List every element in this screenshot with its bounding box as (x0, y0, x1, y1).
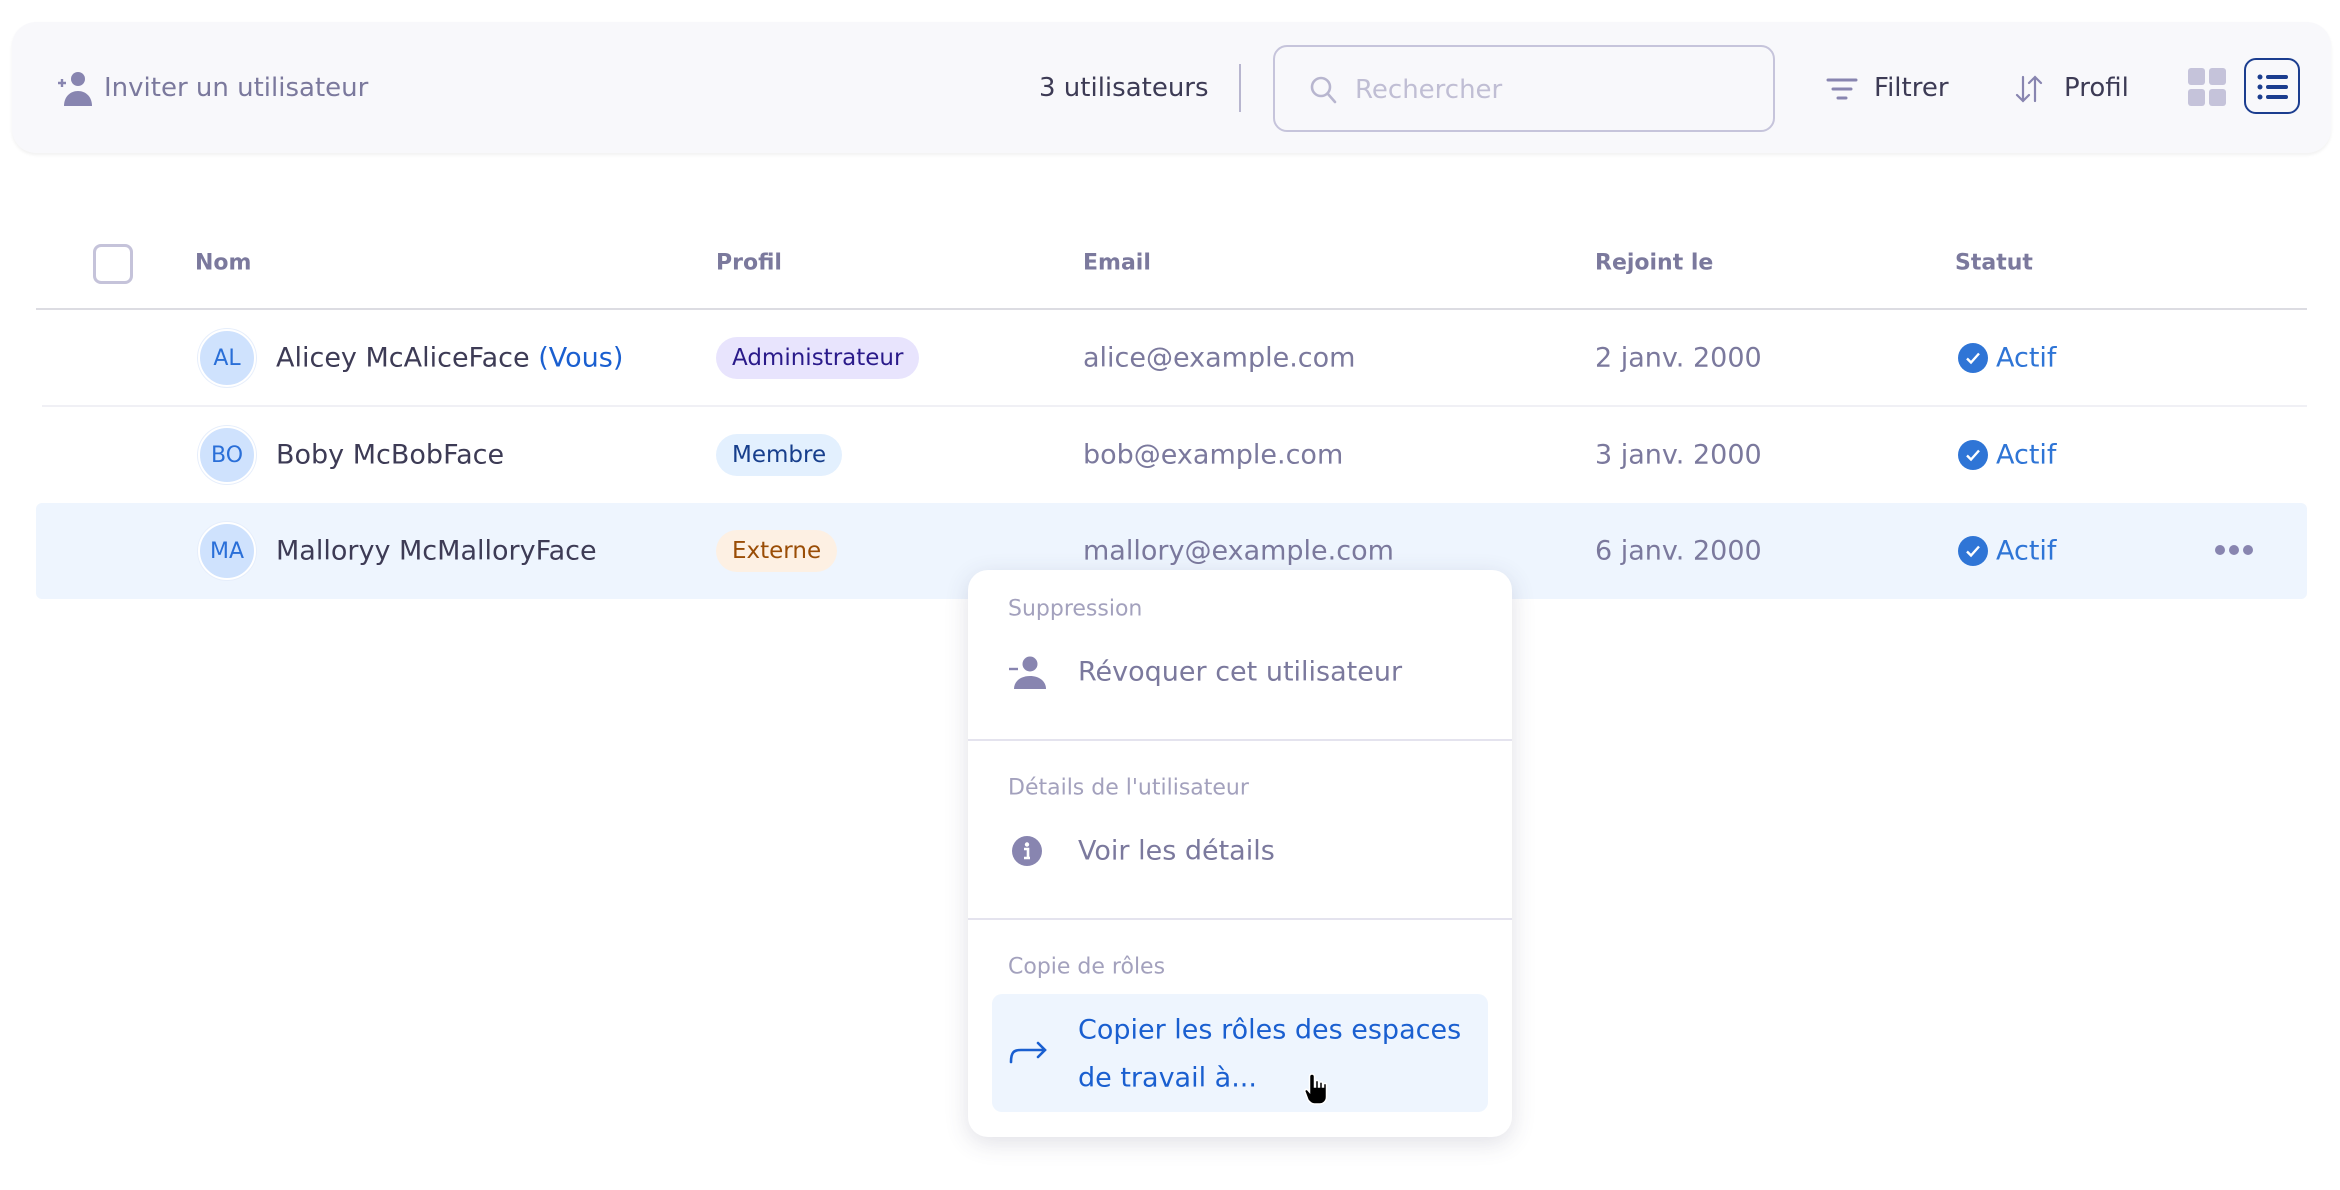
header-divider (36, 308, 2307, 310)
select-all-checkbox[interactable] (93, 244, 133, 284)
user-email: bob@example.com (1083, 439, 1344, 471)
user-count: 3 utilisateurs (1039, 73, 1209, 103)
column-header-joined[interactable]: Rejoint le (1595, 251, 1713, 276)
menu-divider (968, 739, 1512, 741)
menu-section-label: Détails de l'utilisateur (1008, 775, 1249, 801)
filter-icon (1826, 78, 1858, 100)
list-icon (2257, 74, 2288, 100)
you-tag: (Vous) (538, 342, 624, 374)
context-menu: Suppression Révoquer cet utilisateur Dét… (968, 570, 1512, 1137)
avatar-initials: BO (210, 442, 244, 468)
menu-item-label: Voir les détails (1078, 835, 1275, 867)
joined-date: 2 janv. 2000 (1595, 342, 1762, 374)
user-email: alice@example.com (1083, 342, 1356, 374)
joined-date: 3 janv. 2000 (1595, 439, 1762, 471)
menu-item-label: Révoquer cet utilisateur (1078, 656, 1403, 688)
column-header-name[interactable]: Nom (195, 251, 251, 276)
avatar-initials: AL (213, 345, 241, 371)
user-name: Alicey McAliceFace (Vous) (276, 343, 623, 374)
joined-date: 6 janv. 2000 (1595, 535, 1762, 567)
column-header-profile[interactable]: Profil (716, 251, 782, 276)
menu-item-copy-roles[interactable]: Copier les rôles des espaces de travail … (992, 994, 1488, 1112)
column-header-email[interactable]: Email (1083, 251, 1151, 276)
profile-badge: Membre (716, 434, 843, 476)
menu-item-label-line2: de travail à... (1078, 1062, 1257, 1094)
row-divider (42, 405, 2307, 407)
check-circle-icon (1958, 343, 1988, 373)
column-header-status[interactable]: Statut (1955, 251, 2033, 276)
user-name-text: Alicey McAliceFace (276, 342, 530, 374)
toolbar-divider (1239, 64, 1241, 112)
menu-item-revoke-user[interactable]: Révoquer cet utilisateur (968, 640, 1512, 704)
sort-button[interactable]: Profil (2010, 66, 2130, 110)
menu-section-label: Copie de rôles (1008, 954, 1166, 980)
sort-arrows-icon (2015, 75, 2043, 103)
menu-item-label-line1: Copier les rôles des espaces (1078, 1014, 1462, 1046)
list-view-button[interactable] (2244, 58, 2300, 114)
info-icon (1012, 836, 1042, 866)
avatar: BO (198, 426, 256, 484)
menu-section-label: Suppression (1008, 596, 1143, 622)
menu-item-view-details[interactable]: Voir les détails (968, 819, 1512, 883)
user-name: Boby McBobFace (276, 439, 505, 471)
grid-view-icon[interactable] (2188, 68, 2226, 106)
status-label: Actif (1996, 342, 2057, 374)
more-options-icon[interactable] (2214, 542, 2254, 558)
user-email: mallory@example.com (1083, 535, 1394, 567)
menu-divider (968, 918, 1512, 920)
user-minus-icon (1009, 656, 1046, 689)
arrow-right-icon (1009, 1041, 1047, 1064)
filter-button[interactable]: Filtrer (1822, 66, 1952, 110)
search-input[interactable] (1353, 47, 1757, 132)
status-label: Actif (1996, 535, 2057, 567)
user-plus-icon (58, 72, 92, 106)
profile-badge: Administrateur (716, 337, 920, 379)
invite-user-button[interactable]: Inviter un utilisateur (54, 66, 384, 110)
sort-label: Profil (2064, 73, 2129, 103)
avatar: MA (198, 522, 256, 580)
filter-label: Filtrer (1874, 73, 1949, 103)
avatar-initials: MA (209, 538, 245, 564)
status-label: Actif (1996, 439, 2057, 471)
search-icon (1310, 76, 1337, 104)
profile-badge: Externe (716, 530, 838, 572)
avatar: AL (198, 329, 256, 387)
search-box[interactable] (1273, 45, 1775, 132)
user-name: Malloryy McMalloryFace (276, 535, 597, 567)
hand-cursor-icon (1304, 1073, 1328, 1105)
check-circle-icon (1958, 536, 1988, 566)
invite-user-label: Inviter un utilisateur (104, 73, 369, 103)
check-circle-icon (1958, 440, 1988, 470)
